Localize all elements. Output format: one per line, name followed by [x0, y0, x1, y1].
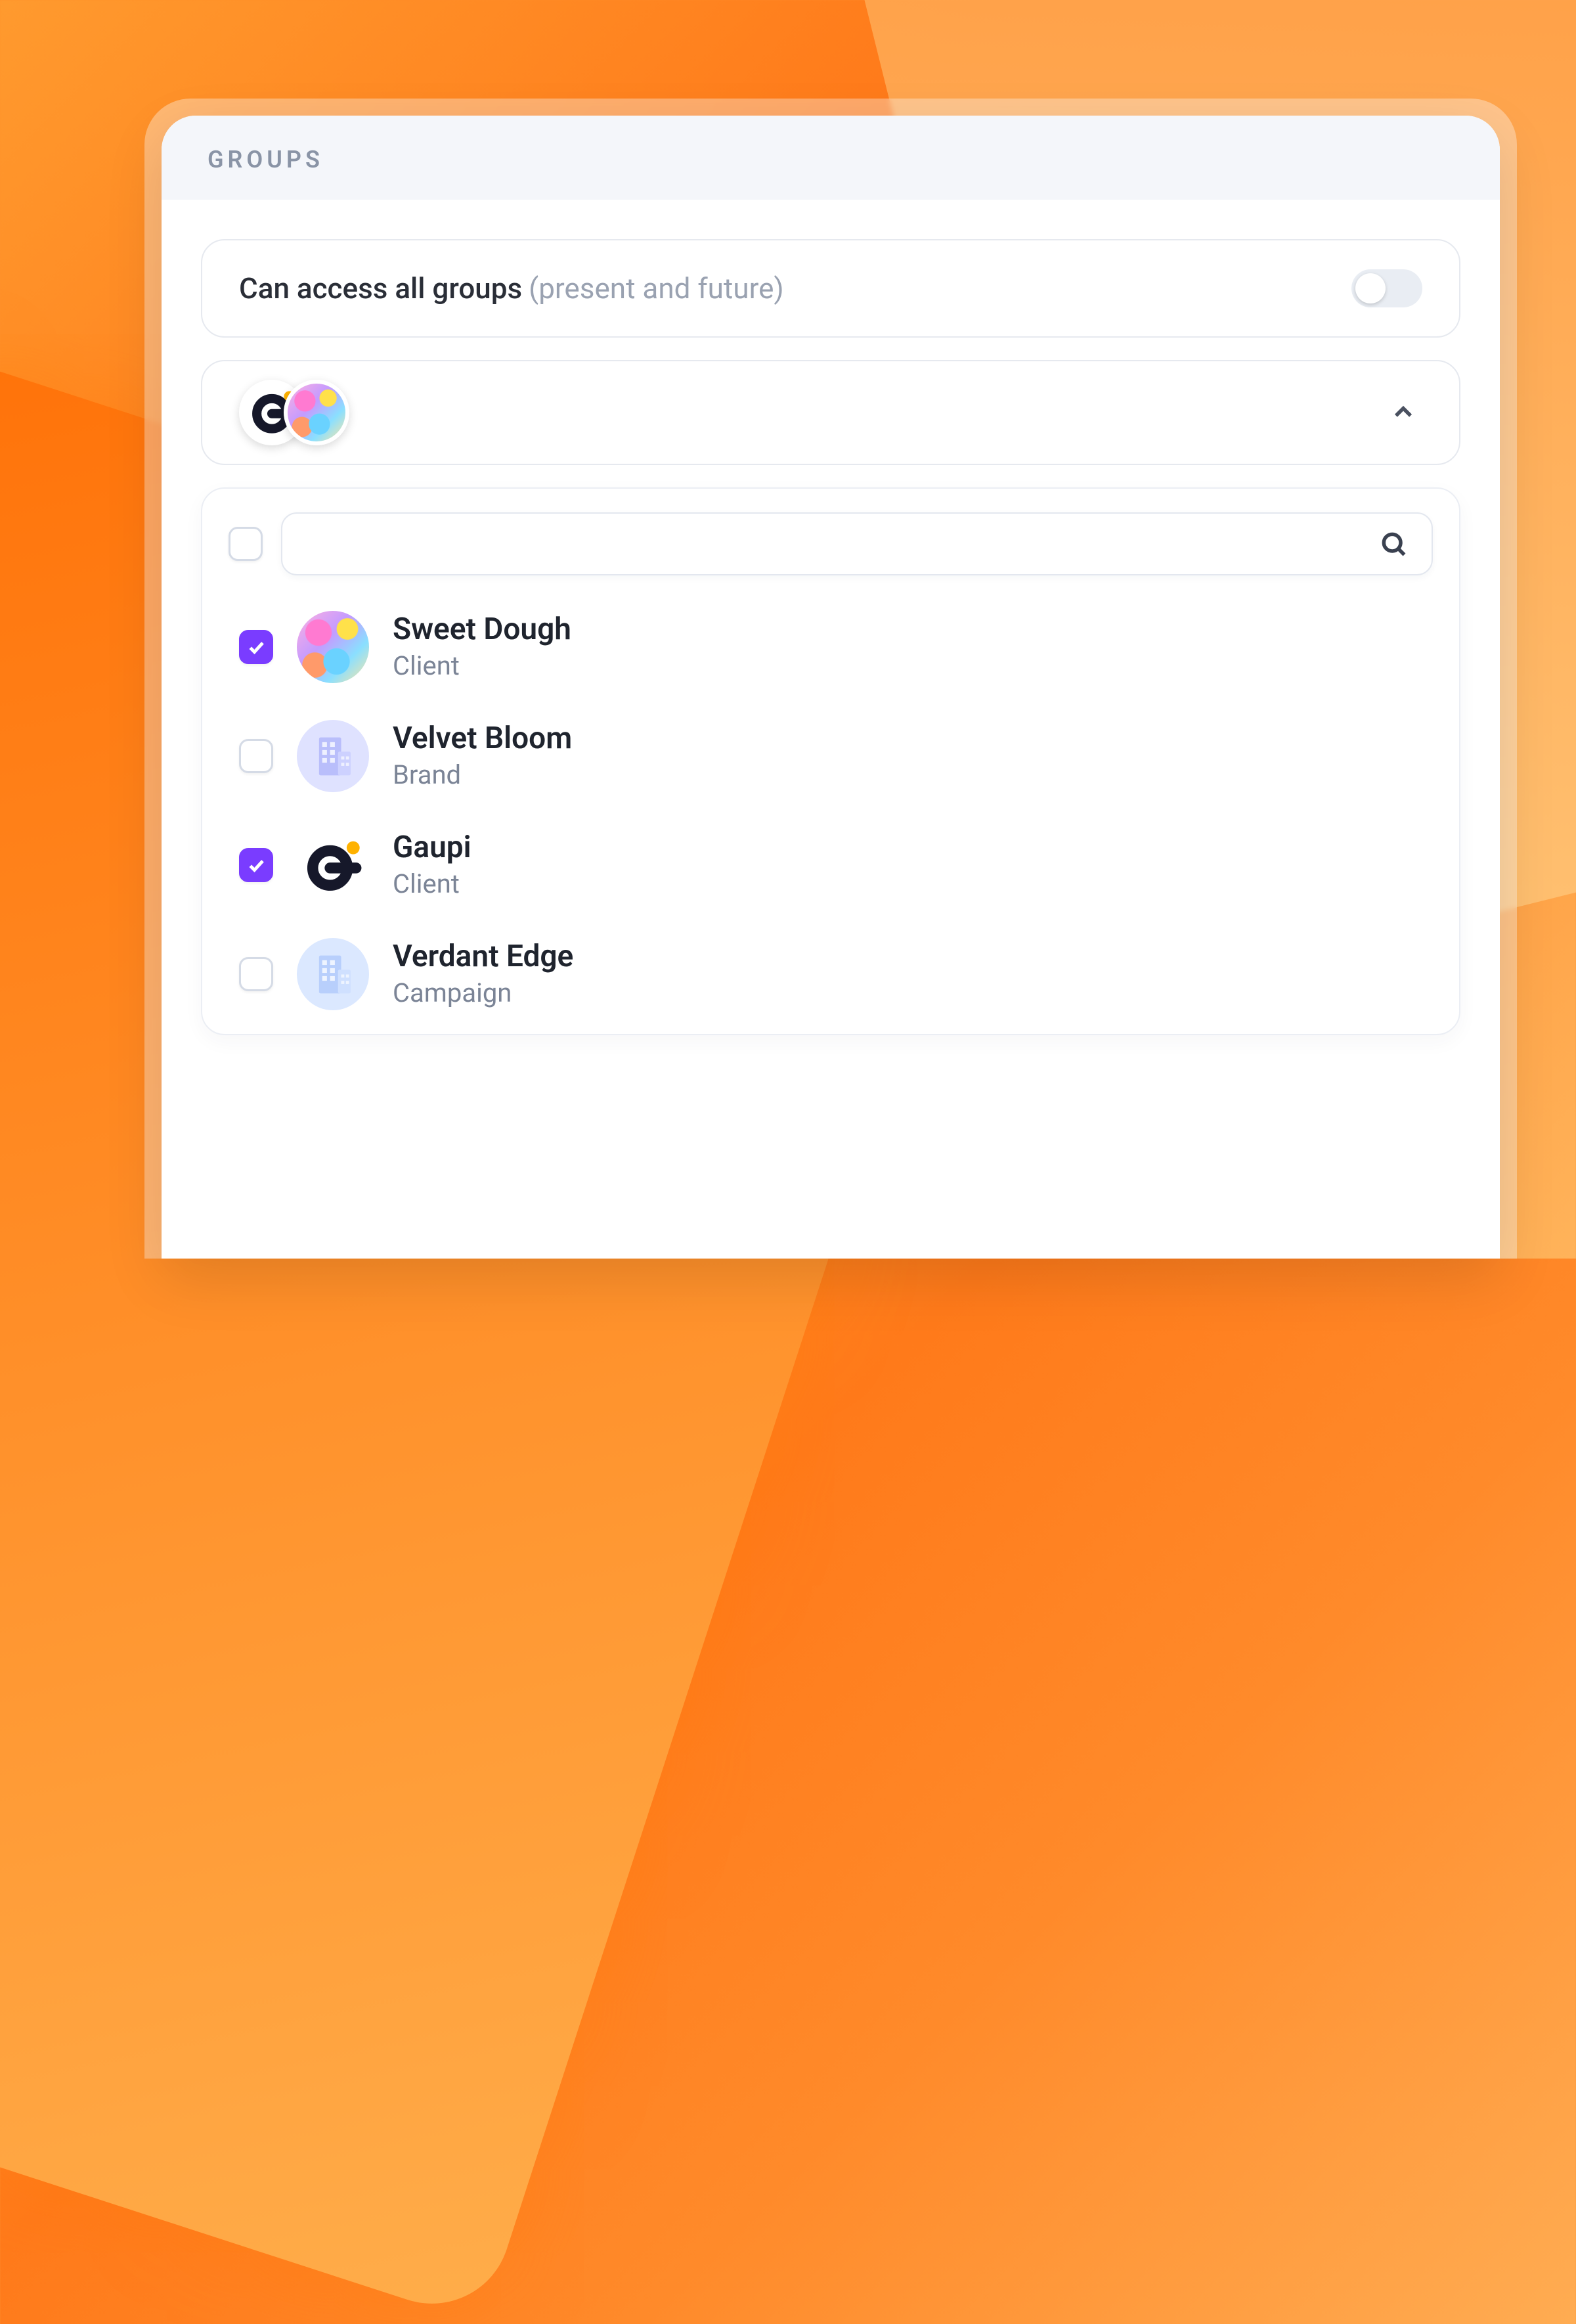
group-checkbox-velvet-bloom[interactable]: [239, 739, 273, 773]
toggle-knob: [1355, 273, 1386, 303]
panel-body: Can access all groups (present and futur…: [162, 200, 1500, 1035]
group-name: Sweet Dough: [393, 613, 571, 646]
group-type: Campaign: [393, 977, 573, 1008]
selected-avatar-stack: [239, 380, 349, 445]
selected-avatar-sweet-dough: [284, 380, 349, 445]
group-item-verdant-edge[interactable]: Verdant Edge Campaign: [235, 938, 1426, 1010]
search-icon: [1379, 529, 1408, 558]
gaupi-logo-icon: [297, 829, 369, 901]
groups-list: Sweet Dough Client: [229, 604, 1433, 1010]
group-name: Verdant Edge: [393, 940, 573, 973]
group-name: Gaupi: [393, 831, 471, 864]
avatar-verdant-edge: [297, 938, 369, 1010]
access-all-toggle[interactable]: [1351, 269, 1422, 307]
groups-dropdown-header[interactable]: [201, 360, 1460, 465]
group-item-gaupi[interactable]: Gaupi Client: [235, 829, 1426, 901]
avatar-gaupi: [297, 829, 369, 901]
group-type: Brand: [393, 759, 572, 790]
panel-header: Groups: [162, 116, 1500, 200]
group-name: Velvet Bloom: [393, 722, 572, 755]
groups-list-card: Sweet Dough Client: [201, 487, 1460, 1035]
group-checkbox-sweet-dough[interactable]: [239, 630, 273, 664]
group-checkbox-gaupi[interactable]: [239, 848, 273, 882]
list-controls-row: [229, 512, 1433, 575]
group-type: Client: [393, 650, 571, 681]
groups-panel-wrapper: Groups Can access all groups (present an…: [144, 99, 1517, 1259]
panel-title: Groups: [208, 146, 1454, 173]
group-item-velvet-bloom[interactable]: Velvet Bloom Brand: [235, 720, 1426, 792]
access-all-card: Can access all groups (present and futur…: [201, 239, 1460, 338]
avatar-sweet-dough: [297, 611, 369, 683]
avatar-velvet-bloom: [297, 720, 369, 792]
access-all-title: Can access all groups: [239, 271, 522, 305]
group-search-box: [281, 512, 1433, 575]
groups-panel: Groups Can access all groups (present an…: [162, 116, 1500, 1259]
building-icon: [308, 731, 359, 782]
group-search-input[interactable]: [306, 529, 1379, 559]
building-icon: [308, 949, 359, 1000]
group-type: Client: [393, 868, 471, 899]
select-all-checkbox[interactable]: [229, 527, 263, 561]
group-item-sweet-dough[interactable]: Sweet Dough Client: [235, 611, 1426, 683]
access-all-subtitle: (present and future): [529, 271, 784, 305]
group-checkbox-verdant-edge[interactable]: [239, 957, 273, 991]
chevron-up-icon: [1391, 400, 1416, 425]
